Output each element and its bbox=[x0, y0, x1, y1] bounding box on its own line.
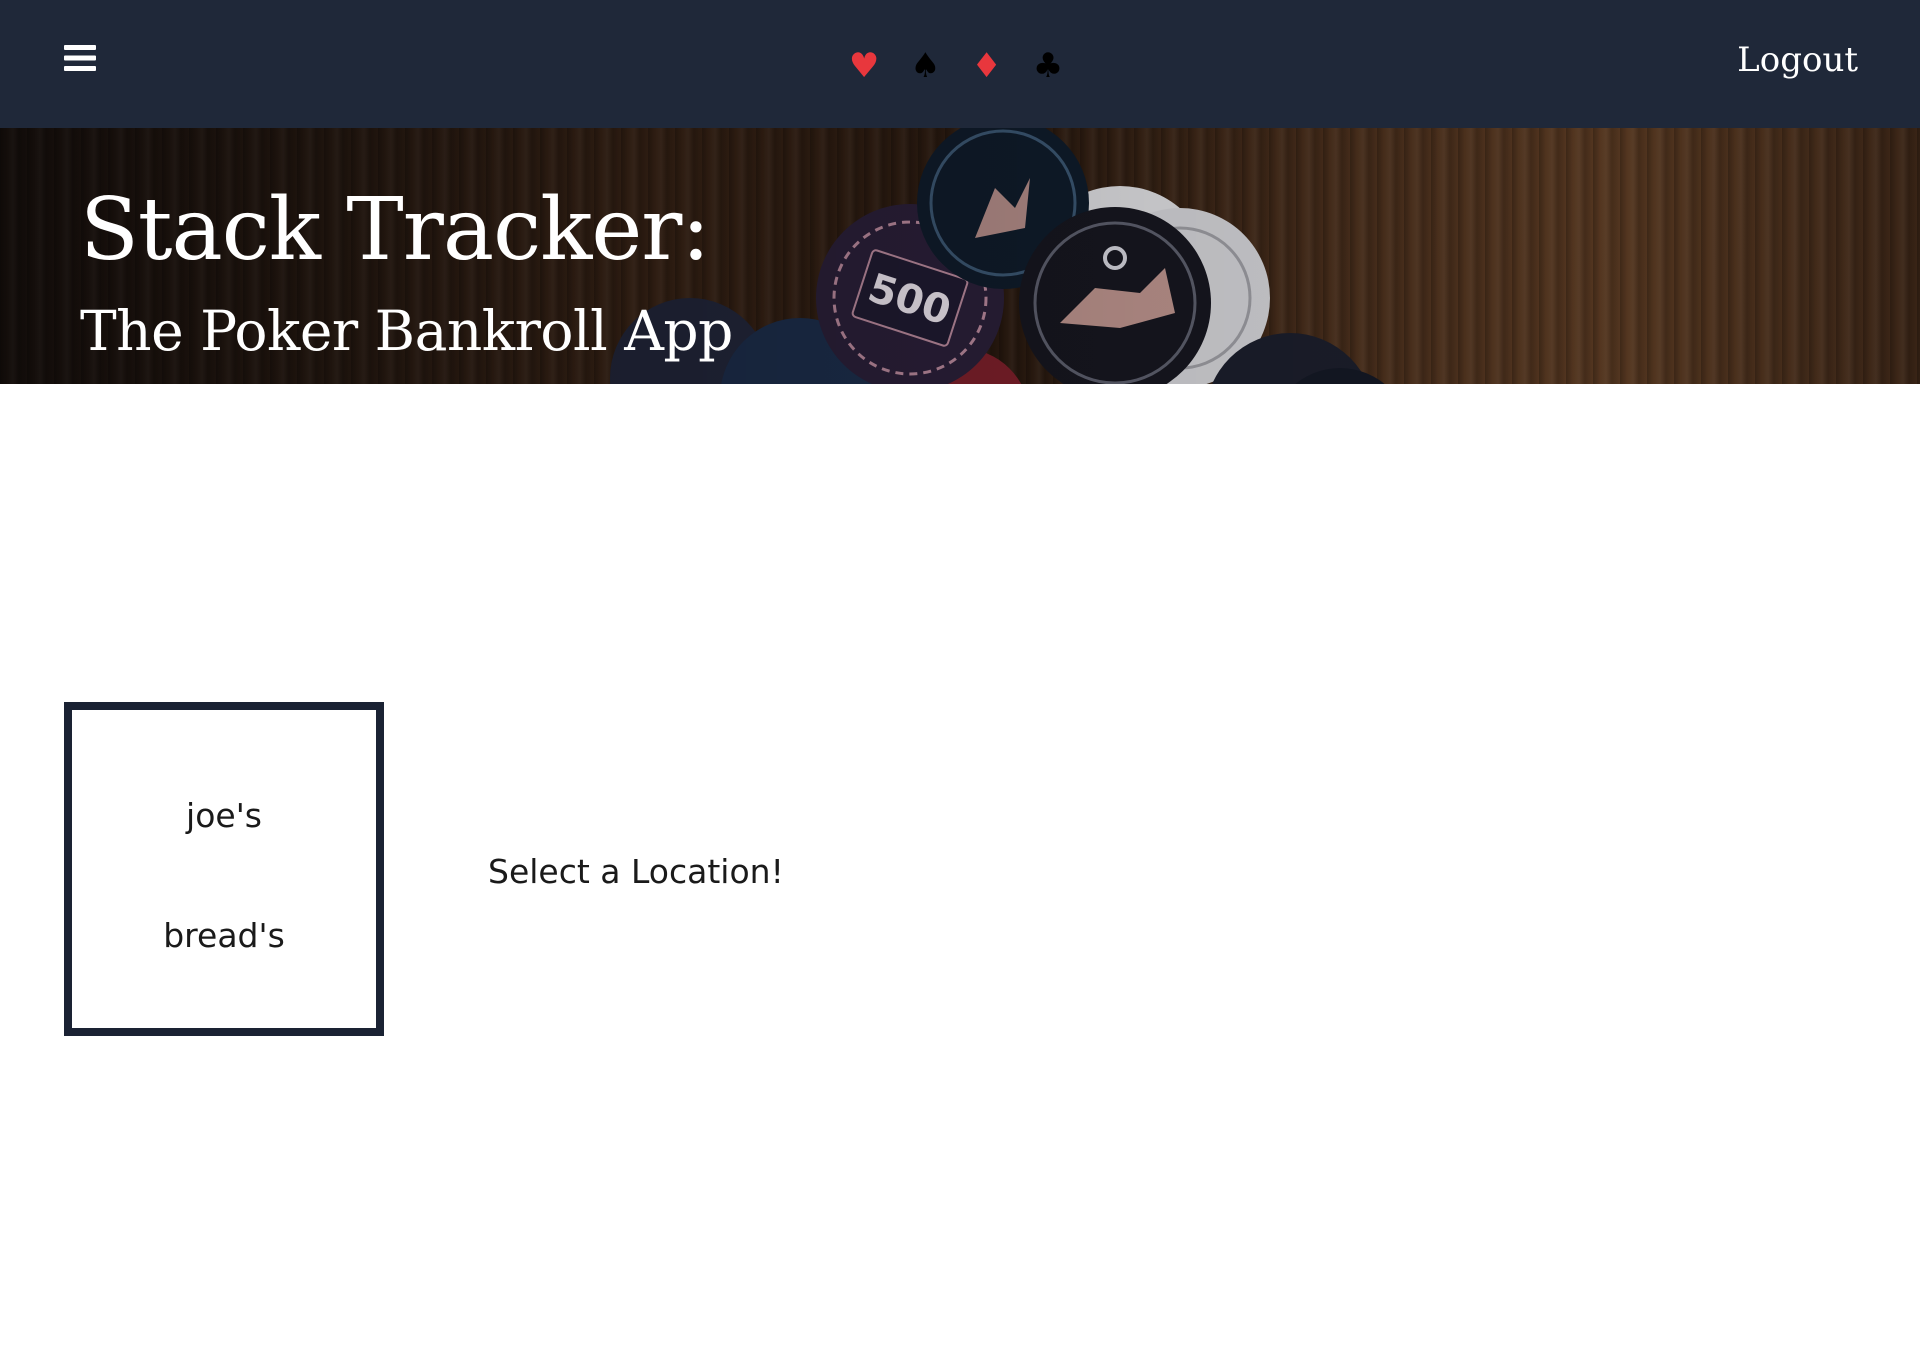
app-subtitle: The Poker Bankroll App bbox=[80, 299, 733, 363]
location-item-joes[interactable]: joe's bbox=[72, 794, 376, 838]
card-suits-logo: ♥ ♠ ♦ ♣ bbox=[0, 44, 1920, 88]
location-item-breads[interactable]: bread's bbox=[72, 914, 376, 958]
app-title: Stack Tracker: bbox=[80, 180, 710, 280]
spade-suit-icon: ♠ bbox=[910, 46, 949, 86]
top-navbar: ♥ ♠ ♦ ♣ Logout bbox=[0, 0, 1920, 128]
select-location-prompt: Select a Location! bbox=[488, 852, 784, 891]
hero-banner: 500 Stack Tracker: The Poker Bankroll Ap… bbox=[0, 128, 1920, 384]
heart-suit-icon: ♥ bbox=[848, 46, 888, 86]
location-list: joe's bread's bbox=[64, 702, 384, 1036]
diamond-suit-icon: ♦ bbox=[971, 46, 1010, 86]
logout-link[interactable]: Logout bbox=[1737, 36, 1858, 84]
club-suit-icon: ♣ bbox=[1032, 46, 1072, 86]
